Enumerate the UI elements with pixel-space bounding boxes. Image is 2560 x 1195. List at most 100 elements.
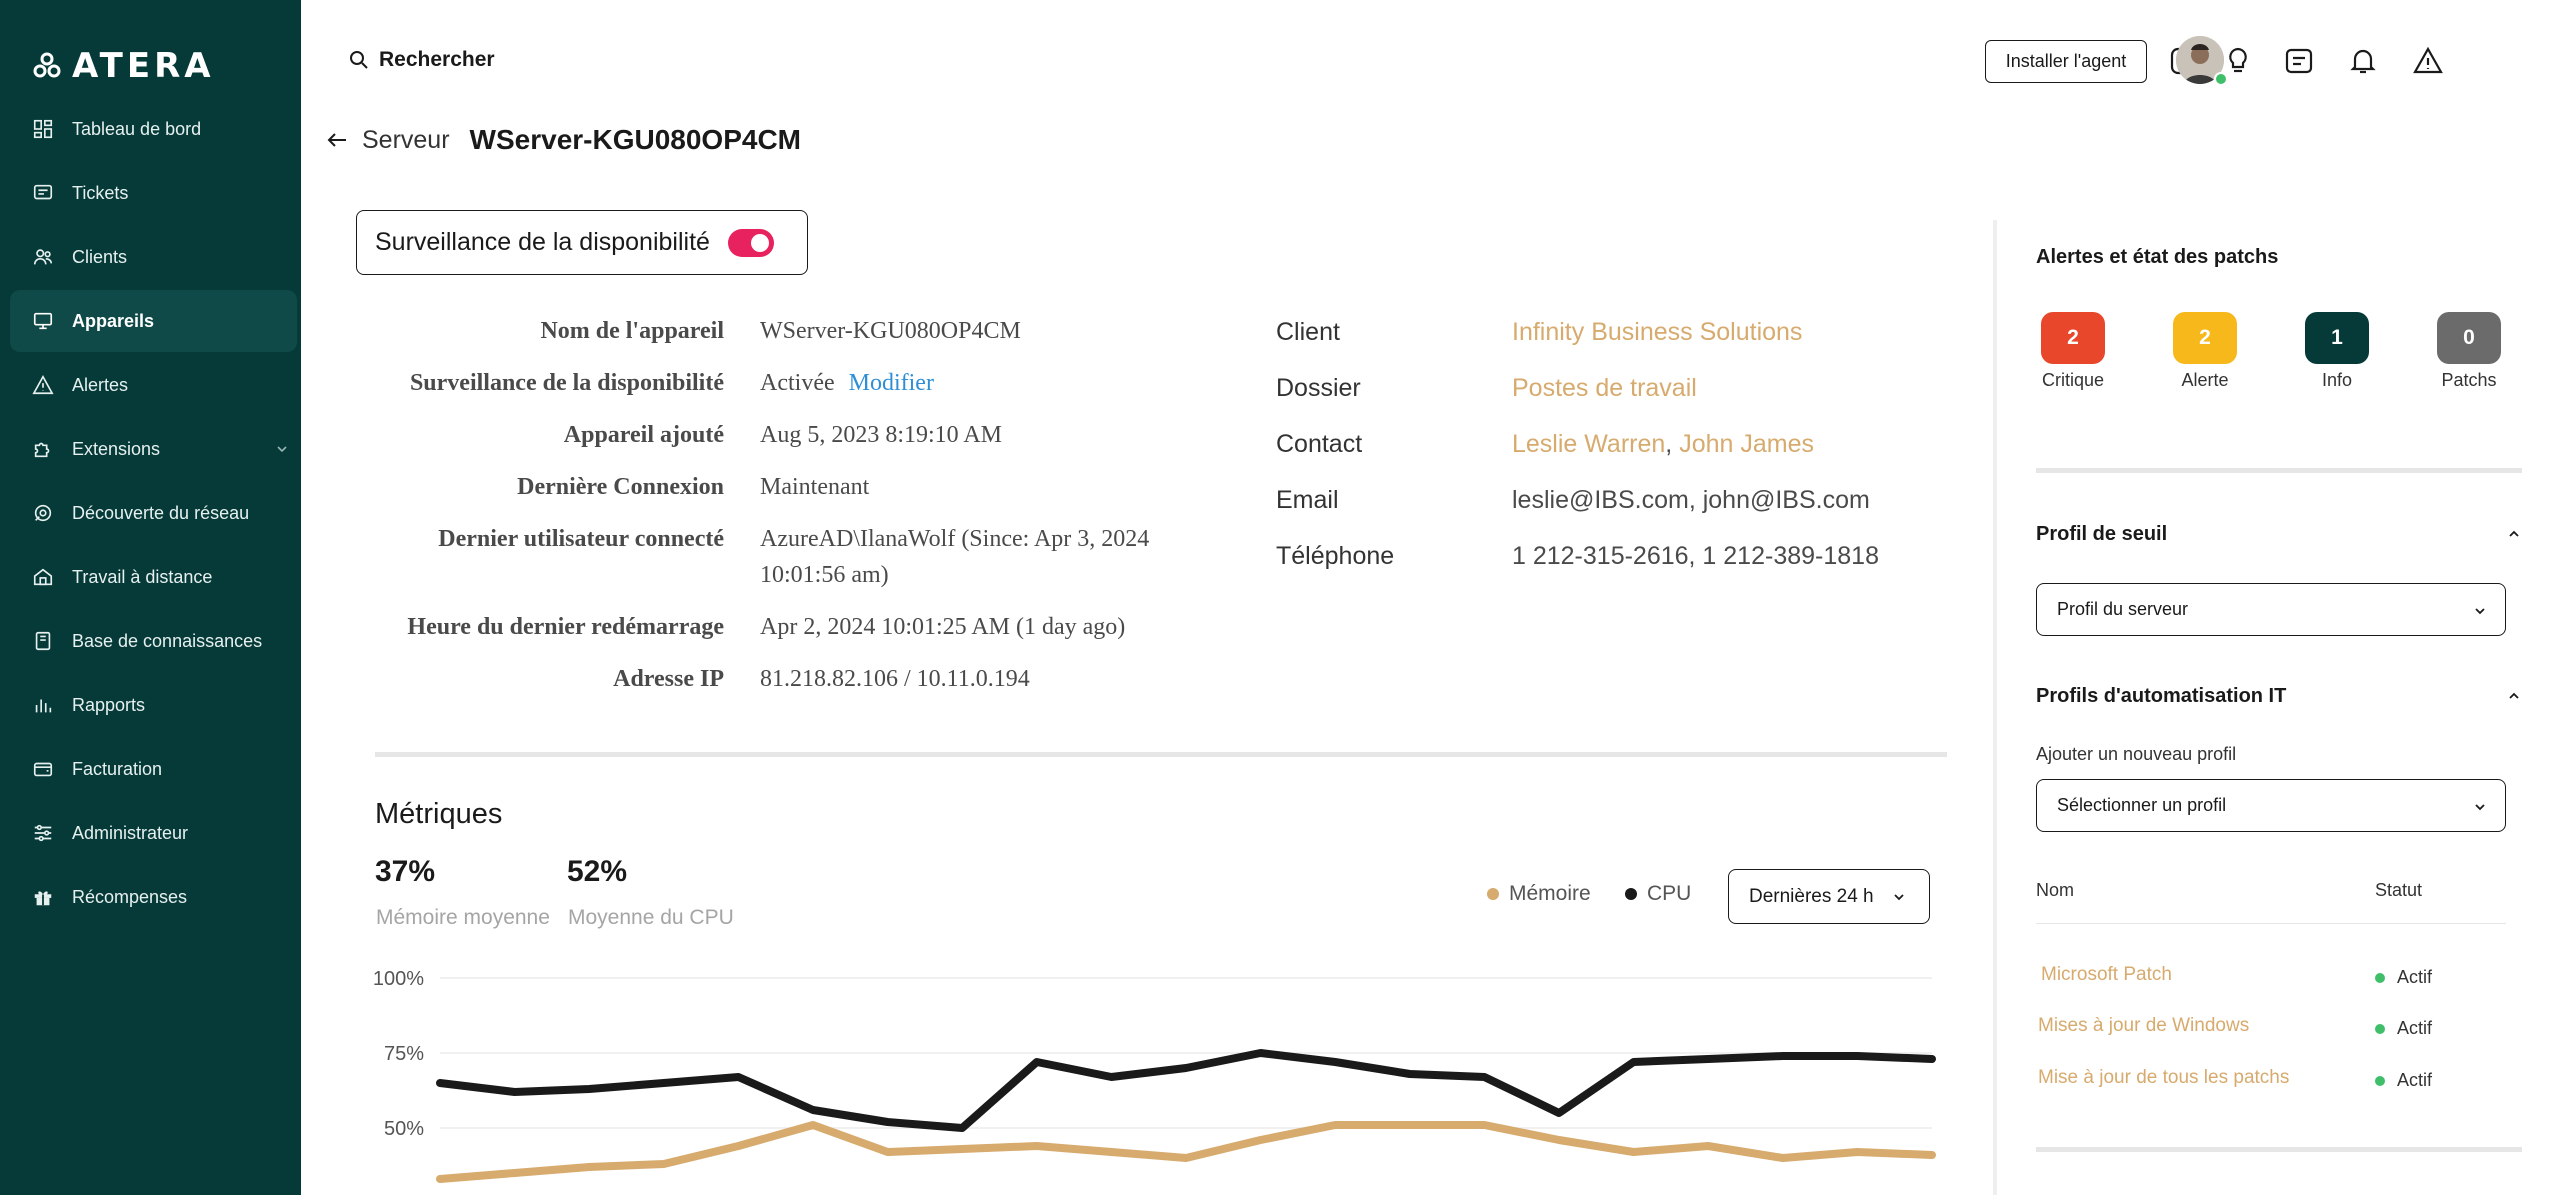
contact-link-1[interactable]: Leslie Warren [1512,430,1665,458]
panel-title: Alertes et état des patchs [2036,246,2279,268]
client-link[interactable]: Infinity Business Solutions [1512,312,1879,368]
top-bar: Rechercher Installer l'agent [301,0,2560,120]
brand-name: ATERA [72,46,215,86]
sidebar-item-label: Administrateur [72,822,189,843]
critical-count-badge[interactable]: 2 [2041,312,2105,364]
memory-average-label: Mémoire moyenne [376,906,550,929]
sidebar-item-label: Alertes [72,374,129,395]
notes-button[interactable] [2282,44,2316,78]
label-last-reboot: Heure du dernier redémarrage [407,614,724,640]
chevron-down-icon[interactable] [275,442,289,456]
label-folder: Dossier [1276,374,1361,402]
reports-icon [35,699,52,713]
last-user-line1: AzureAD\IlanaWolf (Since: Apr 3, 2024 [760,526,1150,552]
sidebar-item-tickets[interactable]: Tickets [10,162,297,224]
clients-icon [33,249,53,265]
threshold-profile-title[interactable]: Profil de seuil [2036,523,2167,546]
sidebar-item-knowledge-base[interactable]: Base de connaissances [10,610,297,672]
rewards-icon [34,891,52,906]
ticket-icon [33,184,53,200]
sidebar-item-billing[interactable]: Facturation [10,738,297,800]
add-profile-label: Ajouter un nouveau profil [2036,744,2237,764]
sidebar-item-dashboard[interactable]: Tableau de bord [10,98,297,160]
contact-link-2[interactable]: John James [1679,430,1814,458]
label-monitoring: Surveillance de la disponibilité [409,370,724,396]
sidebar-item-devices[interactable]: Appareils [10,290,297,352]
legend-cpu-label: CPU [1647,882,1692,905]
sidebar-item-label: Facturation [72,758,163,779]
availability-label: Surveillance de la disponibilité [375,228,710,256]
profile-name-microsoft-patch[interactable]: Microsoft Patch [2041,964,2172,986]
value-last-connection: Maintenant [760,474,870,500]
metrics-title: Métriques [375,798,503,830]
sidebar-item-label: Tableau de bord [72,118,202,139]
sidebar-item-label: Travail à distance [72,566,213,587]
sidebar-nav: Tableau de bord Tickets Clients Appareil… [10,98,297,930]
value-last-reboot: Apr 2, 2024 10:01:25 AM (1 day ago) [760,614,1126,640]
profile-select-value: Sélectionner un profil [2057,795,2227,815]
chevron-down-icon [2475,608,2485,615]
value-device-name: WServer-KGU080OP4CM [760,318,1021,344]
sidebar-item-reports[interactable]: Rapports [10,674,297,736]
metrics-chart: 100% 75% 50% [373,968,1936,1183]
cpu-average-value: 52% [567,855,628,888]
cpu-average-label: Moyenne du CPU [568,906,734,929]
automation-profiles-title[interactable]: Profils d'automatisation IT [2036,685,2286,708]
sidebar-item-extensions[interactable]: Extensions [10,418,297,480]
breadcrumb-parent[interactable]: Serveur [362,126,450,155]
profile-name-all-patches[interactable]: Mise à jour de tous les patchs [2038,1067,2289,1089]
search-input[interactable]: Rechercher [349,48,495,72]
sidebar-item-label: Appareils [72,310,155,331]
availability-monitoring-card: Surveillance de la disponibilité [356,210,808,275]
arrow-left-icon[interactable] [326,129,348,151]
modify-link[interactable]: Modifier [849,370,934,396]
atera-logo-icon [33,52,61,78]
profile-name-windows-updates[interactable]: Mises à jour de Windows [2038,1015,2249,1037]
label-added: Appareil ajouté [563,422,724,448]
legend-cpu[interactable]: CPU [1625,882,1691,906]
atera-logo[interactable]: ATERA [32,46,215,86]
tips-button[interactable] [2221,44,2255,78]
warning-label: Alerte [2181,370,2229,390]
notifications-button[interactable] [2346,44,2380,78]
monitoring-status: Activée [760,370,835,396]
last-user-line2: 10:01:56 am) [760,562,889,588]
notes-icon [2285,48,2313,74]
availability-toggle[interactable] [727,228,774,257]
panel-bottom-divider [2036,1147,2522,1152]
warnings-button[interactable] [2411,44,2445,78]
chevron-down-icon [1893,893,1904,900]
sidebar-item-alerts[interactable]: Alertes [10,354,297,416]
billing-icon [33,762,53,777]
chevron-up-icon[interactable] [2506,526,2522,542]
active-dot [2375,972,2385,983]
sidebar-item-label: Clients [72,246,128,267]
sidebar-item-remote-work[interactable]: Travail à distance [10,546,297,608]
install-agent-button[interactable]: Installer l'agent [1985,40,2147,83]
sidebar-item-rewards[interactable]: Récompenses [10,866,297,928]
extensions-icon [34,442,50,458]
sidebar-item-clients[interactable]: Clients [10,226,297,288]
info-count-badge[interactable]: 1 [2305,312,2369,364]
patches-count-badge[interactable]: 0 [2437,312,2501,364]
critical-label: Critique [2041,370,2105,390]
info-label: Info [2321,370,2353,390]
chevron-up-icon[interactable] [2506,688,2522,704]
profile-select[interactable]: Sélectionner un profil [2036,779,2506,832]
folder-link[interactable]: Postes de travail [1512,368,1879,424]
search-icon [350,51,368,69]
warning-count-badge[interactable]: 2 [2173,312,2237,364]
status-label: Actif [2397,1070,2433,1090]
legend-memory[interactable]: Mémoire [1487,882,1591,906]
threshold-profile-select[interactable]: Profil du serveur [2036,583,2506,636]
value-added: Aug 5, 2023 8:19:10 AM [760,422,1003,448]
dashboard-icon [33,119,53,139]
sidebar: ATERA Tableau de bord Tickets Clients Ap… [0,0,301,1195]
period-select[interactable]: Dernières 24 h [1728,869,1930,924]
sidebar-item-admin[interactable]: Administrateur [10,802,297,864]
sidebar-item-label: Rapports [72,694,146,715]
y-tick-label: 50% [384,1118,424,1140]
label-last-connection: Dernière Connexion [517,474,724,500]
sidebar-item-network-discovery[interactable]: Découverte du réseau [10,482,297,544]
label-last-user: Dernier utilisateur connecté [438,526,724,552]
